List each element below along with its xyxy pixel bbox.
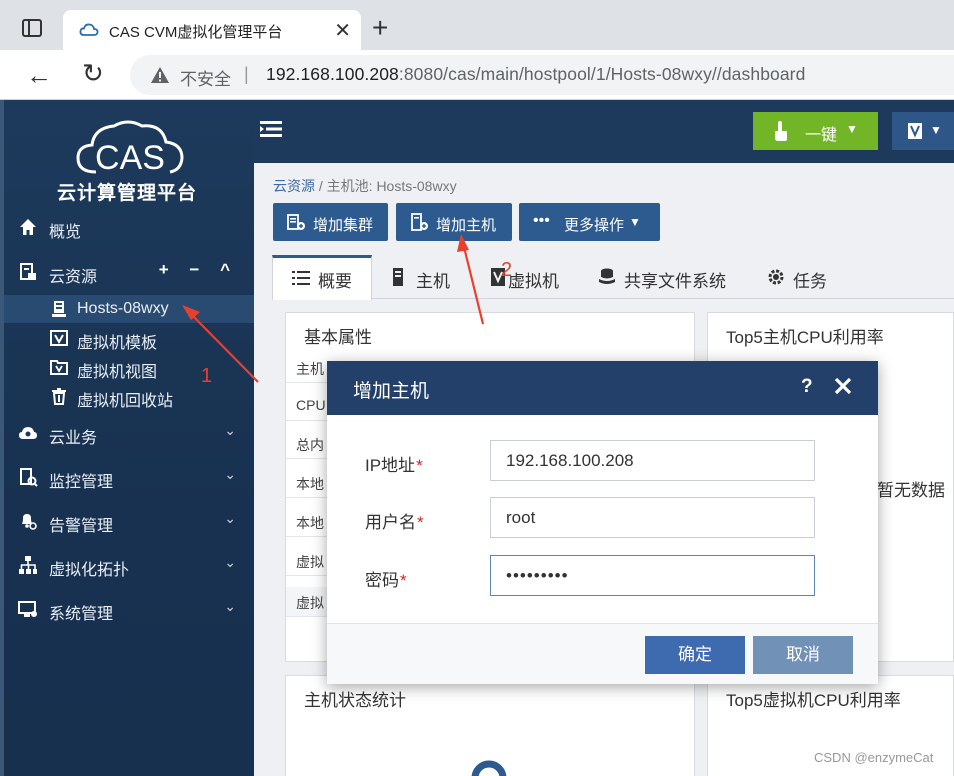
ip-label: IP地址* bbox=[365, 456, 423, 475]
confirm-button[interactable]: 确定 bbox=[645, 636, 745, 674]
annotation-label: 1 bbox=[201, 365, 213, 387]
dialog-footer: 确定 取消 bbox=[327, 623, 878, 684]
annotation-label: 2 bbox=[501, 259, 513, 281]
help-icon[interactable]: ? bbox=[801, 376, 813, 398]
dialog-title: 增加主机 bbox=[353, 381, 430, 402]
add-host-dialog: 增加主机 ? IP地址* 用户名* 密码* 确定 取消 bbox=[327, 361, 878, 684]
password-input[interactable] bbox=[490, 555, 815, 596]
cancel-button[interactable]: 取消 bbox=[753, 636, 853, 674]
close-icon[interactable] bbox=[833, 376, 853, 396]
username-input[interactable] bbox=[490, 497, 815, 538]
ip-address-input[interactable] bbox=[490, 440, 815, 481]
password-label: 密码* bbox=[365, 571, 407, 590]
dialog-header: 增加主机 ? bbox=[327, 361, 878, 415]
username-label: 用户名* bbox=[365, 513, 424, 532]
